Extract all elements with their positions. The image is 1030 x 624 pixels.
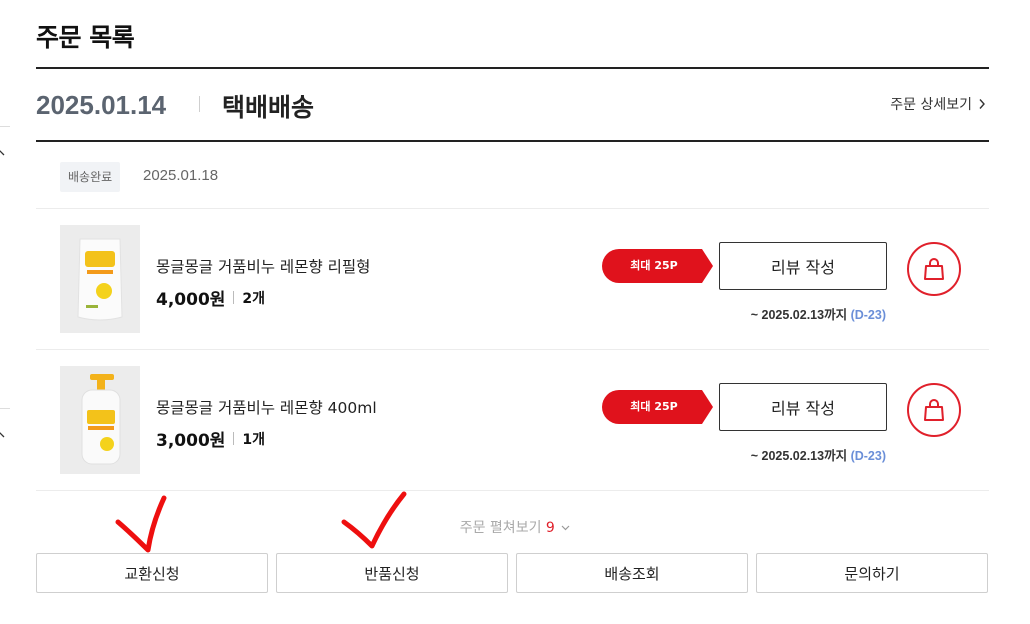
inquiry-button[interactable]: 문의하기 (756, 553, 988, 593)
page-title: 주문 목록 (36, 23, 135, 52)
shopping-bag-icon (924, 399, 944, 421)
order-date: 2025.01.14 (36, 90, 167, 120)
add-to-cart-button[interactable] (907, 383, 961, 437)
left-edge-chevron-icon (0, 150, 5, 156)
max-point-label: 최대 25P (630, 400, 678, 413)
max-point-badge: 최대 25P (602, 390, 714, 424)
order-header-divider (36, 140, 989, 142)
product-name[interactable]: 몽글몽글 거품비누 레몬향 리필형 (156, 255, 370, 277)
max-point-label: 최대 25P (630, 259, 678, 272)
product-quantity: 1개 (242, 431, 266, 448)
product-price: 4,000원 (156, 290, 226, 310)
deadline-dday: (D-23) (850, 449, 886, 463)
product-price: 3,000원 (156, 431, 226, 451)
max-point-badge: 최대 25P (602, 249, 714, 283)
chevron-down-icon (561, 525, 570, 531)
shopping-bag-icon (924, 258, 944, 280)
deadline-date: ~ 2025.02.13까지 (750, 308, 848, 322)
order-detail-link[interactable]: 주문 상세보기 (890, 94, 986, 114)
return-request-button[interactable]: 반품신청 (276, 553, 508, 593)
order-detail-label: 주문 상세보기 (890, 97, 972, 113)
qty-separator (233, 432, 235, 445)
write-review-button[interactable]: 리뷰 작성 (719, 242, 887, 290)
order-header-separator (199, 96, 200, 112)
refill-pouch-image (60, 225, 140, 333)
left-edge-chevron-icon (0, 432, 5, 438)
deadline-date: ~ 2025.02.13까지 (750, 449, 848, 463)
product-thumbnail[interactable] (60, 366, 140, 474)
price-row: 4,000원 2개 (156, 285, 265, 310)
left-edge-divider (0, 126, 10, 127)
delivery-date: 2025.01.18 (143, 167, 219, 184)
order-item: 몽글몽글 거품비누 레몬향 400ml 3,000원 1개 최대 25P 리뷰 … (36, 350, 989, 490)
order-delivery-type: 택배배송 (222, 93, 315, 122)
track-delivery-button[interactable]: 배송조회 (516, 553, 748, 593)
expand-orders-link[interactable]: 주문 펼쳐보기 9 (0, 517, 1030, 537)
product-quantity: 2개 (242, 290, 266, 307)
status-badge: 배송완료 (60, 162, 121, 192)
pump-bottle-image (60, 366, 140, 474)
left-edge-divider (0, 408, 10, 409)
expand-label: 주문 펼쳐보기 (459, 520, 542, 536)
deadline-dday: (D-23) (850, 308, 886, 322)
add-to-cart-button[interactable] (907, 242, 961, 296)
chevron-right-icon (979, 99, 985, 109)
review-deadline: ~ 2025.02.13까지 (D-23) (726, 445, 886, 464)
expand-count: 9 (545, 520, 555, 536)
price-row: 3,000원 1개 (156, 426, 265, 451)
write-review-button[interactable]: 리뷰 작성 (719, 383, 887, 431)
review-deadline: ~ 2025.02.13까지 (D-23) (726, 304, 886, 323)
title-divider (36, 67, 989, 69)
qty-separator (233, 291, 235, 304)
product-name[interactable]: 몽글몽글 거품비누 레몬향 400ml (156, 396, 377, 418)
order-item: 몽글몽글 거품비누 레몬향 리필형 4,000원 2개 최대 25P 리뷰 작성… (36, 209, 989, 349)
product-thumbnail[interactable] (60, 225, 140, 333)
exchange-request-button[interactable]: 교환신청 (36, 553, 268, 593)
item-divider (36, 490, 989, 491)
